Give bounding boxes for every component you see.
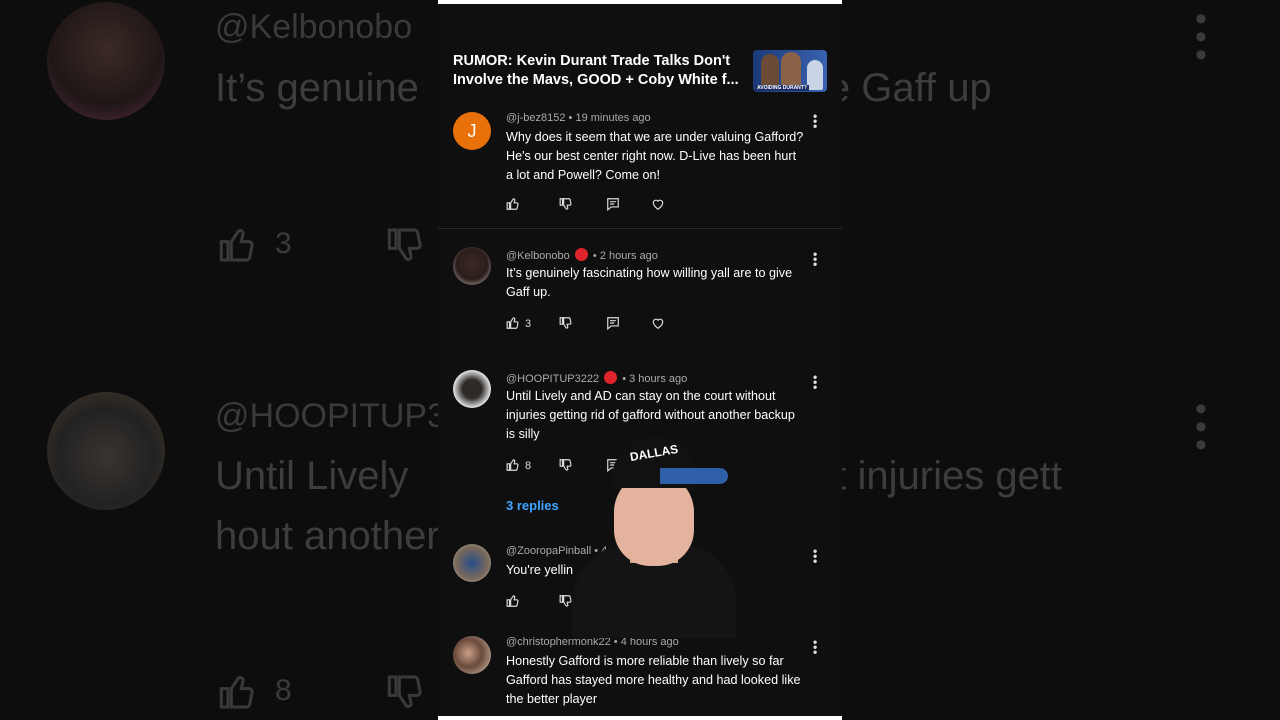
video-title[interactable]: RUMOR: Kevin Durant Trade Talks Don't In…	[453, 52, 753, 90]
like-count: 8	[525, 460, 532, 472]
thumb-up-icon[interactable]	[506, 316, 520, 330]
thumbnail-person-right	[807, 60, 823, 90]
more-vert-icon[interactable]: • • •	[813, 110, 817, 132]
comment-time: 2 hours ago	[599, 250, 658, 262]
more-vert-icon[interactable]: • • •	[813, 636, 817, 658]
like-count: 3	[525, 318, 532, 330]
bottom-edge	[438, 716, 842, 720]
comment-time: 19 minutes ago	[575, 112, 651, 124]
avatar[interactable]	[453, 636, 491, 674]
comment-text: Why does it seem that we are under valui…	[506, 130, 804, 182]
bg-more-vert-icon: • • •	[1195, 0, 1207, 74]
more-vert-icon[interactable]: • • •	[813, 545, 817, 567]
comment-meta: @Kelbonobo • 2 hours ago	[506, 248, 658, 262]
verified-badge-icon	[574, 248, 588, 261]
reply-icon[interactable]	[606, 316, 620, 330]
heart-icon[interactable]	[651, 197, 665, 211]
avatar[interactable]	[453, 247, 491, 285]
more-vert-icon[interactable]: • • •	[813, 371, 817, 393]
divider	[438, 228, 842, 229]
thumb-down-icon[interactable]	[559, 197, 573, 211]
thumb-down-icon[interactable]	[559, 458, 573, 472]
bg-thumb-up-icon-2	[219, 676, 254, 709]
comment-handle[interactable]: @j-bez8152	[506, 112, 565, 124]
comment-time: 3 hours ago	[629, 373, 688, 385]
bg-thumb-down-icon	[387, 228, 422, 261]
comment-actions	[506, 197, 706, 217]
heart-icon[interactable]	[651, 316, 665, 330]
avatar[interactable]	[453, 544, 491, 582]
comment-meta: @j-bez8152 • 19 minutes ago	[506, 112, 651, 124]
thumb-down-icon[interactable]	[559, 316, 573, 330]
bg-avatar-kelbonobo	[47, 2, 165, 120]
thumb-up-icon[interactable]	[506, 594, 520, 608]
reply-icon[interactable]	[606, 197, 620, 211]
thumbnail-caption: AVOIDING DURANT?	[755, 85, 809, 91]
view-replies-button[interactable]: 3 replies	[506, 498, 559, 513]
cap-brim	[660, 468, 728, 484]
bg-like-count: 3	[275, 227, 292, 260]
comment-text: Honestly Gafford is more reliable than l…	[506, 654, 801, 706]
thumb-up-icon[interactable]	[506, 458, 520, 472]
thumbnail-person-left	[761, 54, 779, 88]
bg-handle-2: @HOOPITUP3	[215, 397, 446, 435]
bg-like-count-2: 8	[275, 674, 292, 707]
bg-avatar-hoopitup	[47, 392, 165, 510]
comment-actions: 3	[506, 316, 706, 336]
bg-more-vert-icon-2: • • •	[1195, 390, 1207, 464]
top-edge	[438, 0, 842, 4]
thumb-up-icon[interactable]	[506, 197, 520, 211]
facecam-overlay: DALLAS	[572, 428, 736, 638]
comment-handle[interactable]: @HOOPITUP3222	[506, 373, 599, 385]
comment-meta: @HOOPITUP3222 • 3 hours ago	[506, 371, 688, 385]
video-thumbnail[interactable]: AVOIDING DURANT?	[753, 50, 827, 92]
bg-thumb-up-icon	[219, 229, 254, 262]
comment-text: It’s genuinely fascinating how willing y…	[506, 266, 793, 299]
thumb-down-icon[interactable]	[559, 594, 573, 608]
comment-handle[interactable]: @Kelbonobo	[506, 250, 570, 262]
avatar[interactable]: J	[453, 112, 491, 150]
bg-thumb-down-icon-2	[387, 675, 422, 708]
more-vert-icon[interactable]: • • •	[813, 248, 817, 270]
bg-handle: @Kelbonobo	[215, 8, 413, 46]
avatar[interactable]	[453, 370, 491, 408]
verified-badge-icon	[604, 371, 618, 384]
